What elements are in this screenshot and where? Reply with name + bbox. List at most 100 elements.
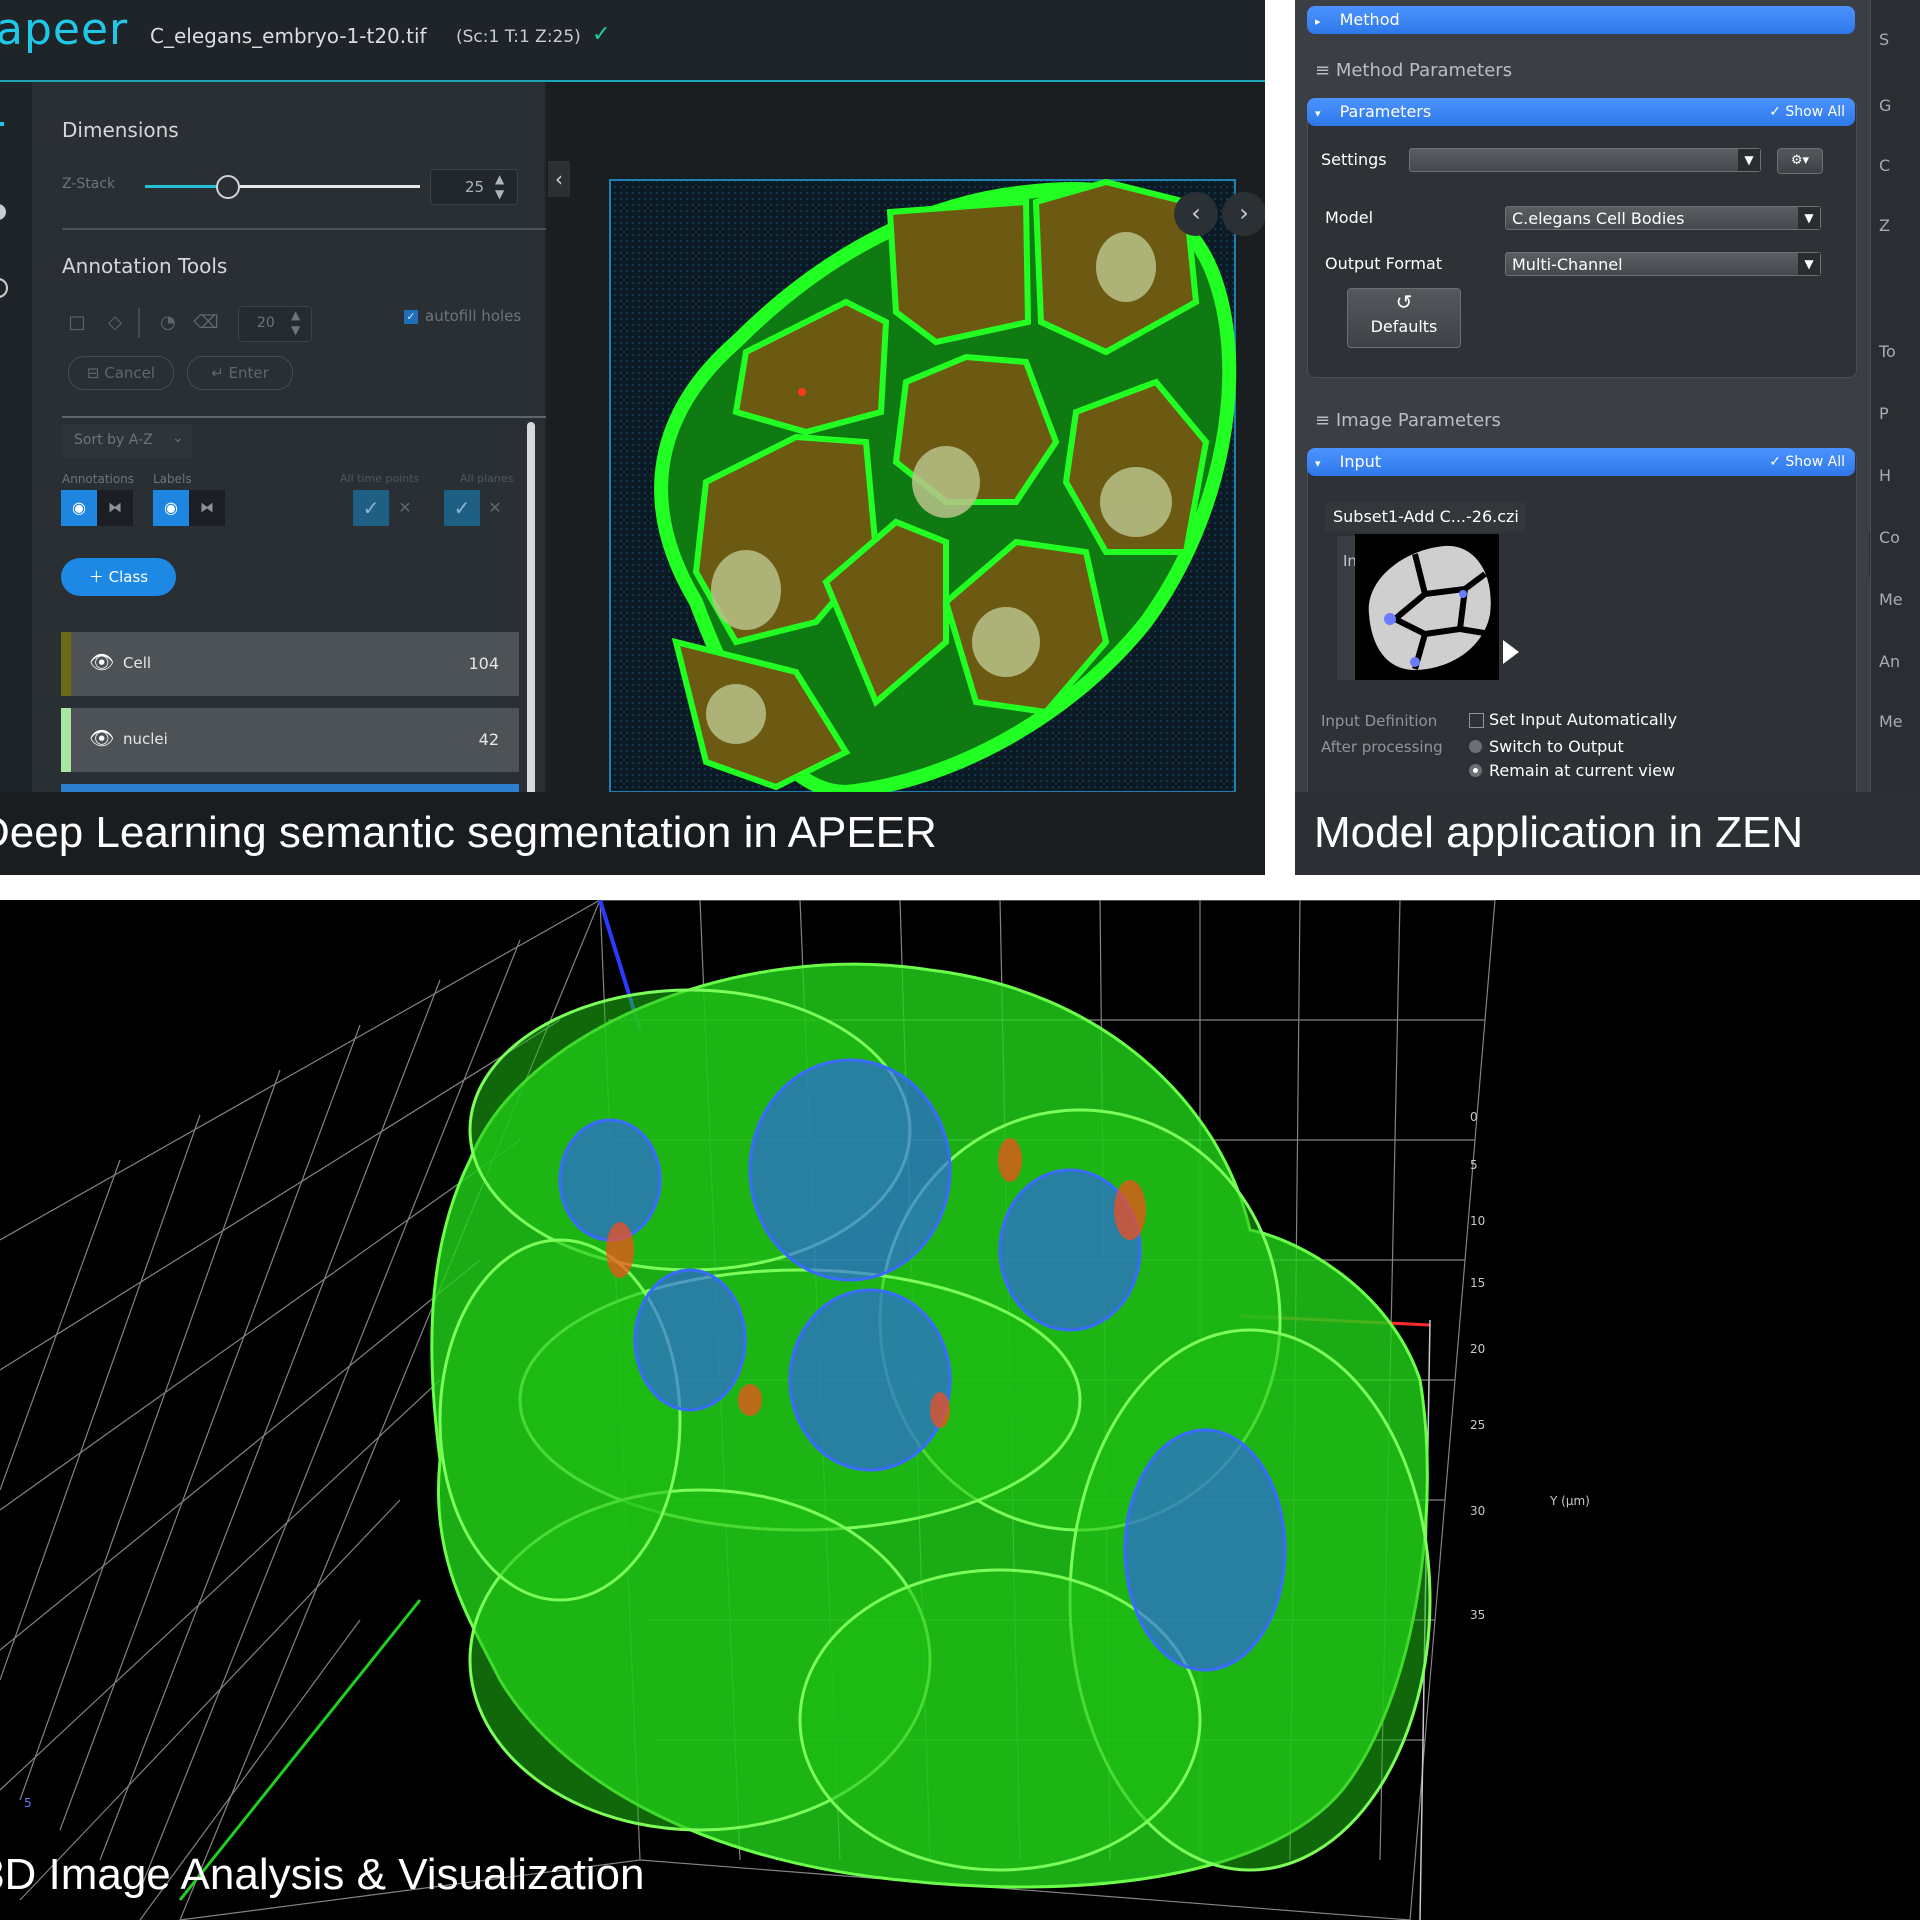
image-params-title-text: Image Parameters (1335, 410, 1501, 431)
input-file-name: Subset1-Add C...-26.czi (1333, 507, 1519, 526)
switch-output-label: Switch to Output (1489, 737, 1624, 756)
show-all-toggle[interactable]: ✓ Show All (1769, 448, 1845, 476)
chevron-down-icon: ▼ (1798, 253, 1820, 275)
planes-x-icon[interactable]: ✕ (484, 490, 506, 526)
right-tab-label[interactable]: To (1879, 342, 1896, 361)
show-all-label: Show All (1785, 104, 1845, 120)
zstack-label: Z-Stack (62, 176, 116, 192)
enter-label: Enter (228, 364, 269, 382)
input-file-tab[interactable]: Subset1-Add C...-26.czi (1325, 502, 1525, 532)
chevron-down-icon: ⌄ (172, 430, 184, 446)
cancel-label: Cancel (104, 364, 156, 382)
zstack-slider-handle[interactable] (215, 175, 240, 199)
corner-tick: 5 (24, 1796, 32, 1810)
annotations-hide-icon[interactable]: ⧓ (97, 490, 133, 526)
y-tick: 10 (1470, 1214, 1486, 1228)
class-row-nuclei[interactable]: 👁 nuclei 42 (61, 708, 519, 772)
collapse-panel-icon[interactable]: ‹ (548, 161, 570, 197)
set-input-checkbox[interactable] (1469, 713, 1484, 728)
eye-icon[interactable]: 👁 (89, 726, 114, 750)
rail-dot-icon[interactable] (0, 204, 6, 220)
output-format-select[interactable]: Multi-Channel ▼ (1505, 252, 1821, 276)
apeer-tool-rail (0, 82, 33, 792)
chevron-right-icon[interactable]: › (1222, 192, 1265, 236)
labels-hide-icon[interactable]: ⧓ (189, 490, 225, 526)
planes-check-icon[interactable]: ✓ (444, 490, 480, 526)
remain-view-radio[interactable] (1469, 764, 1482, 777)
class-count: 104 (468, 654, 499, 673)
brush-tool-icon[interactable]: ◔ (153, 308, 183, 338)
right-tab-label[interactable]: H (1879, 466, 1891, 485)
brush-size-value: 20 (257, 315, 275, 331)
eraser-tool-icon[interactable]: ⌫ (191, 308, 221, 338)
chevron-left-icon[interactable]: ‹ (1174, 192, 1218, 236)
play-icon[interactable] (1503, 640, 1519, 664)
class-row-cell[interactable]: 👁 Cell 104 (61, 632, 519, 696)
rectangle-tool-icon[interactable]: □ (62, 308, 92, 338)
input-bar[interactable]: ▾ Input ✓ Show All (1307, 448, 1855, 476)
show-all-toggle[interactable]: ✓ Show All (1769, 98, 1845, 126)
check-icon: ✓ (592, 22, 611, 47)
labels-eye-icon[interactable]: ◉ (153, 490, 189, 526)
right-tab-label[interactable]: P (1879, 404, 1889, 423)
sort-select[interactable]: Sort by A-Z ⌄ (62, 424, 192, 458)
autofill-checkbox[interactable]: ✓ (404, 310, 418, 324)
parameters-label: Parameters (1339, 102, 1432, 121)
input-definition-label: Input Definition (1321, 712, 1438, 730)
add-class-button[interactable]: ＋ Class (61, 558, 176, 596)
scrollbar[interactable] (527, 422, 535, 802)
method-bar[interactable]: ▸ Method (1307, 6, 1855, 34)
gear-icon[interactable]: ⚙▾ (1777, 148, 1823, 174)
right-tab-label[interactable]: Z (1879, 216, 1890, 235)
right-tab-label[interactable]: S (1879, 30, 1889, 49)
tool-separator (138, 308, 140, 338)
y-tick: 30 (1470, 1504, 1486, 1518)
settings-select[interactable]: ▼ (1409, 148, 1761, 172)
right-tab-label[interactable]: An (1879, 652, 1900, 671)
enter-button[interactable]: ↵ Enter (187, 356, 293, 390)
right-tab-label[interactable]: Me (1879, 590, 1903, 609)
set-input-label: Set Input Automatically (1489, 710, 1678, 729)
input-label: Input (1339, 452, 1382, 471)
cancel-button[interactable]: ⊟ Cancel (68, 356, 174, 390)
chevron-down-icon[interactable]: ▼ (495, 187, 504, 201)
image-params-title: ≡ Image Parameters (1315, 410, 1501, 431)
zstack-stepper[interactable]: 25 ▲ ▼ (430, 169, 518, 205)
eye-icon[interactable]: 👁 (89, 650, 114, 674)
class-count: 42 (478, 730, 499, 749)
y-tick: 5 (1470, 1158, 1478, 1172)
switch-output-radio[interactable] (1469, 740, 1482, 753)
chevron-up-icon[interactable]: ▲ (291, 308, 300, 322)
right-tab-label[interactable]: Me (1879, 712, 1903, 731)
model-value: C.elegans Cell Bodies (1512, 209, 1685, 228)
right-tab-label[interactable]: Co (1879, 528, 1900, 547)
rail-ring-icon[interactable] (0, 278, 8, 298)
undo-icon: ↺ (1395, 290, 1413, 314)
annotation-tools-title: Annotation Tools (62, 254, 228, 278)
time-points-check-icon[interactable]: ✓ (353, 490, 389, 526)
chevron-up-icon[interactable]: ▲ (495, 172, 504, 186)
segmentation-image (609, 178, 1237, 800)
chevron-down-icon: ▼ (1738, 149, 1760, 171)
annotations-eye-icon[interactable]: ◉ (61, 490, 97, 526)
y-axis-label: Y (µm) (1550, 1494, 1590, 1508)
zstack-value: 25 (465, 178, 485, 196)
time-points-x-icon[interactable]: ✕ (394, 490, 416, 526)
polygon-tool-icon[interactable]: ◇ (100, 308, 130, 338)
divider (62, 416, 550, 418)
class-button-label: Class (108, 568, 149, 586)
right-tab-label[interactable]: G (1879, 96, 1891, 115)
defaults-button[interactable]: ↺ Defaults (1347, 288, 1461, 348)
gutter (0, 875, 1920, 900)
image-coords: (Sc:1 T:1 Z:25) (456, 27, 581, 47)
model-select[interactable]: C.elegans Cell Bodies ▼ (1505, 206, 1821, 230)
right-tab-label[interactable]: C (1879, 156, 1890, 175)
image-viewer[interactable]: ‹ › (546, 82, 1265, 800)
class-name: nuclei (123, 730, 168, 748)
parameters-bar[interactable]: ▾ Parameters ✓ Show All (1307, 98, 1855, 126)
show-all-label: Show All (1785, 454, 1845, 470)
brush-size-stepper[interactable]: 20 ▲ ▼ (238, 306, 312, 342)
all-planes-label: All planes (460, 472, 514, 485)
chevron-down-icon[interactable]: ▼ (291, 323, 300, 337)
3d-visualization[interactable]: 0 5 10 15 20 25 30 35 Y (µm) 5 3D Image … (0, 900, 1920, 1920)
